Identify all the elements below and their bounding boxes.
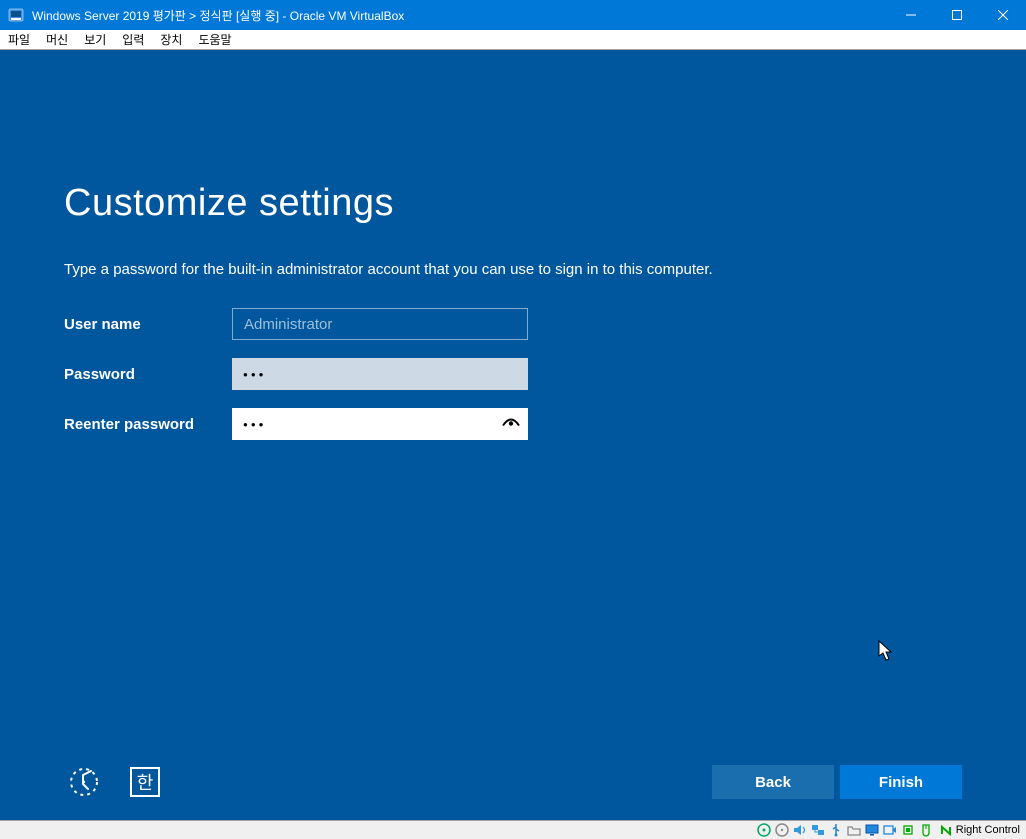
network-icon[interactable] [810, 822, 826, 838]
menu-help[interactable]: 도움말 [190, 30, 239, 49]
virtualbox-icon [8, 7, 24, 23]
username-row: User name Administrator [64, 308, 962, 340]
mouse-cursor-icon [878, 640, 894, 662]
usb-icon[interactable] [828, 822, 844, 838]
reenter-password-masked-value: ●●● [243, 420, 267, 429]
window-title: Windows Server 2019 평가판 > 정식판 [실행 중] - O… [32, 7, 888, 24]
guest-display: Customize settings Type a password for t… [0, 50, 1026, 820]
host-key-label: Right Control [956, 824, 1020, 836]
ease-of-access-button[interactable] [64, 764, 104, 800]
reenter-password-label: Reenter password [64, 416, 232, 433]
reveal-password-icon[interactable] [502, 416, 520, 433]
page-title: Customize settings [64, 182, 962, 225]
shared-folders-icon[interactable] [846, 822, 862, 838]
back-button[interactable]: Back [712, 765, 834, 799]
recording-icon[interactable] [882, 822, 898, 838]
optical-disk-icon[interactable] [774, 822, 790, 838]
password-row: Password ●●● [64, 358, 962, 390]
password-field[interactable]: ●●● [232, 358, 528, 390]
processor-icon[interactable] [900, 822, 916, 838]
password-label: Password [64, 366, 232, 383]
ime-indicator-button[interactable]: 한 [130, 767, 160, 797]
menu-file[interactable]: 파일 [0, 30, 38, 49]
close-button[interactable] [980, 0, 1026, 30]
reenter-password-row: Reenter password ●●● [64, 408, 962, 440]
reenter-password-field[interactable]: ●●● [232, 408, 528, 440]
audio-icon[interactable] [792, 822, 808, 838]
minimize-button[interactable] [888, 0, 934, 30]
page-description: Type a password for the built-in adminis… [64, 261, 962, 278]
username-label: User name [64, 316, 232, 333]
username-value: Administrator [244, 316, 332, 333]
menu-devices[interactable]: 장치 [152, 30, 190, 49]
username-field: Administrator [232, 308, 528, 340]
titlebar: Windows Server 2019 평가판 > 정식판 [실행 중] - O… [0, 0, 1026, 30]
oobe-panel: Customize settings Type a password for t… [64, 182, 962, 458]
mouse-integration-icon[interactable] [918, 822, 934, 838]
password-masked-value: ●●● [243, 370, 267, 379]
finish-button[interactable]: Finish [840, 765, 962, 799]
menu-view[interactable]: 보기 [76, 30, 114, 49]
statusbar: Right Control [0, 820, 1026, 839]
menubar: 파일 머신 보기 입력 장치 도움말 [0, 30, 1026, 50]
oobe-bottom-bar: 한 Back Finish [64, 764, 962, 800]
menu-input[interactable]: 입력 [114, 30, 152, 49]
host-key-indicator[interactable]: Right Control [936, 823, 1026, 837]
menu-machine[interactable]: 머신 [38, 30, 76, 49]
maximize-button[interactable] [934, 0, 980, 30]
hard-disk-icon[interactable] [756, 822, 772, 838]
display-icon[interactable] [864, 822, 880, 838]
